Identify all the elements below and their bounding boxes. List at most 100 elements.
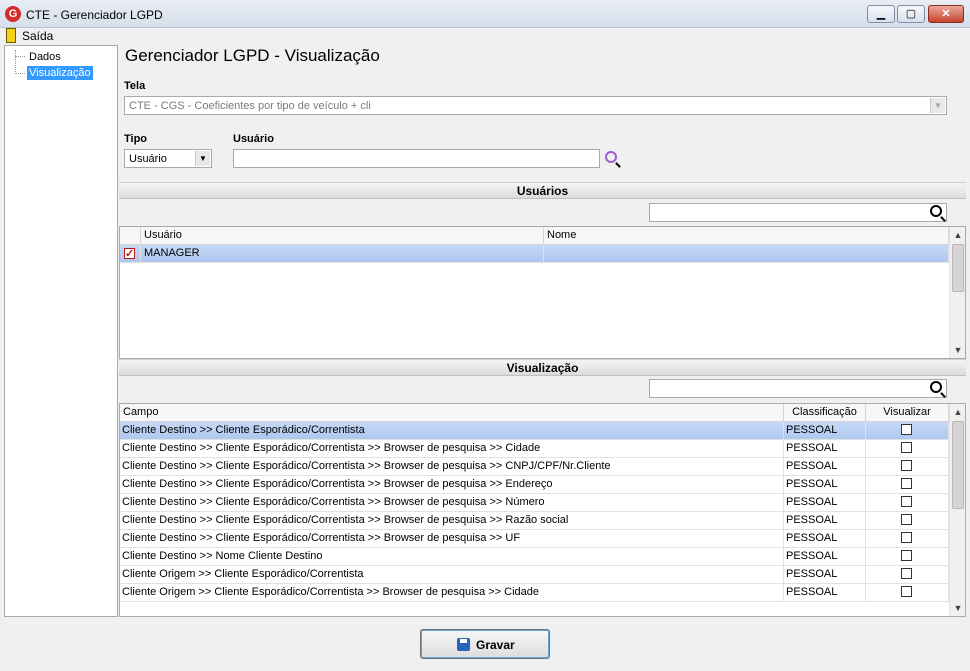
usuarios-grid-scrollbar[interactable]: ▲ ▼ xyxy=(949,227,965,358)
floppy-disk-icon xyxy=(457,638,470,651)
page-title: Gerenciador LGPD - Visualização xyxy=(125,46,380,65)
cell-classificacao: PESSOAL xyxy=(784,548,866,565)
app-logo-icon: G xyxy=(5,6,21,22)
tree-item-visualizacao[interactable]: Visualização xyxy=(27,66,93,80)
chevron-down-icon[interactable]: ▼ xyxy=(195,151,210,166)
window-title: CTE - Gerenciador LGPD xyxy=(26,8,163,22)
visualizacao-filter-input[interactable] xyxy=(649,379,947,398)
tipo-label: Tipo xyxy=(124,133,148,145)
visualizar-checkbox[interactable] xyxy=(901,424,912,435)
tela-label: Tela xyxy=(124,80,146,92)
tree-item-dados[interactable]: Dados xyxy=(27,50,63,64)
column-header-nome[interactable]: Nome xyxy=(544,227,949,245)
visualizacao-grid-scrollbar[interactable]: ▲ ▼ xyxy=(949,404,965,616)
maximize-icon: ▢ xyxy=(905,8,917,20)
scroll-up-icon[interactable]: ▲ xyxy=(950,404,965,420)
table-row[interactable]: Cliente Destino >> Cliente Esporádico/Co… xyxy=(120,440,949,458)
cell-usuario: MANAGER xyxy=(141,245,544,262)
scrollbar-thumb[interactable] xyxy=(952,421,964,509)
cell-classificacao: PESSOAL xyxy=(784,494,866,511)
cell-nome xyxy=(544,245,949,262)
cell-campo: Cliente Destino >> Cliente Esporádico/Co… xyxy=(120,494,784,511)
usuarios-filter-search-button[interactable] xyxy=(928,205,944,221)
tipo-value: Usuário xyxy=(129,153,167,165)
visualizar-checkbox[interactable] xyxy=(901,460,912,471)
table-row[interactable]: Cliente Destino >> Cliente Esporádico/Co… xyxy=(120,512,949,530)
menu-bar: Saída xyxy=(0,28,970,44)
save-button[interactable]: Gravar xyxy=(420,629,550,659)
close-icon: ✕ xyxy=(941,8,951,20)
cell-visualizar xyxy=(866,512,949,529)
visualizar-checkbox[interactable] xyxy=(901,496,912,507)
cell-visualizar xyxy=(866,440,949,457)
maximize-button[interactable]: ▢ xyxy=(897,5,925,23)
cell-classificacao: PESSOAL xyxy=(784,458,866,475)
menu-item-saida[interactable]: Saída xyxy=(22,29,53,43)
save-button-label: Gravar xyxy=(476,638,515,652)
scroll-down-icon[interactable]: ▼ xyxy=(950,600,965,616)
table-row[interactable]: Cliente Destino >> Nome Cliente Destino P… xyxy=(120,548,949,566)
close-button[interactable]: ✕ xyxy=(928,5,964,23)
search-icon xyxy=(930,381,942,393)
cell-classificacao: PESSOAL xyxy=(784,566,866,583)
search-icon xyxy=(605,151,617,163)
tree-connector xyxy=(15,73,25,74)
cell-classificacao: PESSOAL xyxy=(784,530,866,547)
search-icon xyxy=(930,205,942,217)
visualizacao-section-header: Visualização xyxy=(119,359,966,376)
cell-visualizar xyxy=(866,584,949,601)
table-row[interactable]: Cliente Destino >> Cliente Esporádico/Co… xyxy=(120,476,949,494)
visualizar-checkbox[interactable] xyxy=(901,478,912,489)
cell-visualizar xyxy=(866,548,949,565)
row-check-cell xyxy=(120,245,141,262)
table-row[interactable]: Cliente Destino >> Cliente Esporádico/Co… xyxy=(120,422,949,440)
column-header-usuario[interactable]: Usuário xyxy=(141,227,544,245)
row-checkbox[interactable] xyxy=(124,246,135,262)
table-row[interactable]: Cliente Destino >> Cliente Esporádico/Co… xyxy=(120,494,949,512)
cell-campo: Cliente Origem >> Cliente Esporádico/Cor… xyxy=(120,584,784,601)
scrollbar-thumb[interactable] xyxy=(952,244,964,292)
visualizar-checkbox[interactable] xyxy=(901,442,912,453)
visualizar-checkbox[interactable] xyxy=(901,568,912,579)
table-row[interactable]: MANAGER xyxy=(120,245,949,263)
usuarios-filter-input[interactable] xyxy=(649,203,947,222)
cell-classificacao: PESSOAL xyxy=(784,440,866,457)
visualizar-checkbox[interactable] xyxy=(901,532,912,543)
cell-classificacao: PESSOAL xyxy=(784,584,866,601)
visualizar-checkbox[interactable] xyxy=(901,514,912,525)
tela-select[interactable]: CTE - CGS - Coeficientes por tipo de veí… xyxy=(124,96,947,115)
column-header-classificacao[interactable]: Classificação xyxy=(784,404,866,422)
tipo-select[interactable]: Usuário ▼ xyxy=(124,149,212,168)
usuario-search-button[interactable] xyxy=(604,150,622,168)
table-row[interactable]: Cliente Origem >> Cliente Esporádico/Cor… xyxy=(120,584,949,602)
table-row[interactable]: Cliente Origem >> Cliente Esporádico/Cor… xyxy=(120,566,949,584)
usuarios-section-header: Usuários xyxy=(119,182,966,199)
cell-visualizar xyxy=(866,476,949,493)
table-row[interactable]: Cliente Destino >> Cliente Esporádico/Co… xyxy=(120,530,949,548)
cell-visualizar xyxy=(866,422,949,439)
cell-campo: Cliente Origem >> Cliente Esporádico/Cor… xyxy=(120,566,784,583)
cell-campo: Cliente Destino >> Cliente Esporádico/Co… xyxy=(120,476,784,493)
cell-campo: Cliente Destino >> Nome Cliente Destino xyxy=(120,548,784,565)
cell-campo: Cliente Destino >> Cliente Esporádico/Co… xyxy=(120,530,784,547)
minimize-button[interactable]: ▁ xyxy=(867,5,895,23)
cell-classificacao: PESSOAL xyxy=(784,422,866,439)
cell-campo: Cliente Destino >> Cliente Esporádico/Co… xyxy=(120,440,784,457)
scroll-up-icon[interactable]: ▲ xyxy=(950,227,965,243)
column-header-visualizar[interactable]: Visualizar xyxy=(866,404,949,422)
tela-value: CTE - CGS - Coeficientes por tipo de veí… xyxy=(129,100,371,112)
navigation-tree: Dados Visualização xyxy=(4,45,118,617)
chevron-down-icon[interactable]: ▼ xyxy=(930,98,945,113)
visualizacao-filter-search-button[interactable] xyxy=(928,381,944,397)
visualizar-checkbox[interactable] xyxy=(901,550,912,561)
cell-visualizar xyxy=(866,458,949,475)
usuario-input[interactable] xyxy=(233,149,600,168)
cell-campo: Cliente Destino >> Cliente Esporádico/Co… xyxy=(120,458,784,475)
cell-visualizar xyxy=(866,530,949,547)
usuarios-grid-header: Usuário Nome xyxy=(120,227,949,245)
scroll-down-icon[interactable]: ▼ xyxy=(950,342,965,358)
column-header-campo[interactable]: Campo xyxy=(120,404,784,422)
table-row[interactable]: Cliente Destino >> Cliente Esporádico/Co… xyxy=(120,458,949,476)
visualizar-checkbox[interactable] xyxy=(901,586,912,597)
cell-visualizar xyxy=(866,566,949,583)
